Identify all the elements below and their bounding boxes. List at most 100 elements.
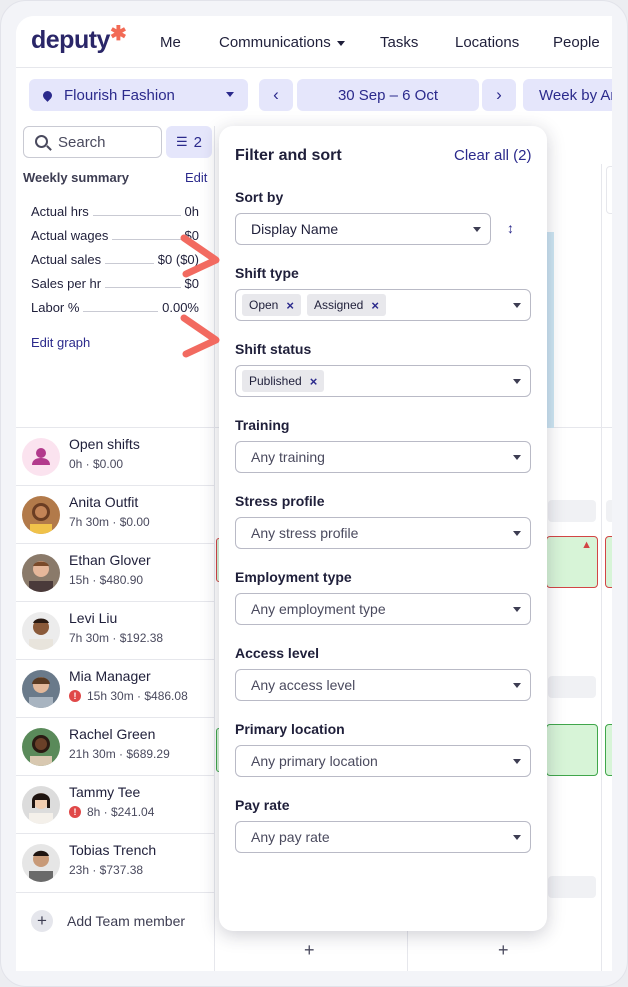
stat-row: Labor % 0.00% xyxy=(31,300,199,315)
weekly-summary-edit[interactable]: Edit xyxy=(185,170,207,185)
chevron-down-icon xyxy=(226,92,234,97)
remove-tag-icon[interactable]: × xyxy=(371,298,379,313)
location-label: Flourish Fashion xyxy=(64,86,175,104)
roster-summary: 15h · $480.90 xyxy=(69,573,144,587)
day-header-cell[interactable] xyxy=(606,166,612,214)
roster-row[interactable]: Rachel Green 21h 30m · $689.29 xyxy=(16,717,214,775)
weekly-summary-title: Weekly summary xyxy=(23,170,129,185)
access-level-label: Access level xyxy=(235,645,320,661)
avatar xyxy=(22,496,60,534)
employment-type-select[interactable]: Any employment type xyxy=(235,593,531,625)
training-select[interactable]: Any training xyxy=(235,441,531,473)
chevron-down-icon xyxy=(513,607,521,612)
access-level-select[interactable]: Any access level xyxy=(235,669,531,701)
roster-summary: ! 8h · $241.04 xyxy=(69,805,154,819)
grid-placeholder xyxy=(548,676,596,698)
chevron-down-icon xyxy=(473,227,481,232)
sort-by-select[interactable]: Display Name xyxy=(235,213,491,245)
nav-item-communications[interactable]: Communications xyxy=(219,34,345,51)
open-shifts-avatar xyxy=(22,438,60,476)
shift-type-select[interactable]: Open × Assigned × xyxy=(235,289,531,321)
training-label: Training xyxy=(235,417,290,433)
chevron-down-icon xyxy=(513,759,521,764)
chevron-down-icon xyxy=(513,683,521,688)
location-selector[interactable]: Flourish Fashion xyxy=(29,79,248,111)
stress-profile-label: Stress profile xyxy=(235,493,325,509)
nav-item-people[interactable]: People xyxy=(553,34,600,51)
shift-block[interactable] xyxy=(546,724,598,776)
roster-name: Rachel Green xyxy=(69,726,156,742)
shift-type-label: Shift type xyxy=(235,265,299,281)
pay-rate-select[interactable]: Any pay rate xyxy=(235,821,531,853)
next-week-button[interactable]: › xyxy=(482,79,516,111)
roster-name: Open shifts xyxy=(69,436,140,452)
roster-row[interactable]: Mia Manager ! 15h 30m · $486.08 xyxy=(16,659,214,717)
avatar xyxy=(22,612,60,650)
grid-placeholder xyxy=(548,876,596,898)
sort-by-value: Display Name xyxy=(251,221,339,237)
search-input[interactable]: Search xyxy=(23,126,162,158)
prev-week-button[interactable]: ‹ xyxy=(259,79,293,111)
roster-row[interactable]: Tammy Tee ! 8h · $241.04 xyxy=(16,775,214,833)
edit-graph-link[interactable]: Edit graph xyxy=(31,335,90,350)
chevron-down-icon xyxy=(513,835,521,840)
filter-button[interactable]: ☰ 2 xyxy=(166,126,212,158)
clear-all-button[interactable]: Clear all (2) xyxy=(454,147,532,164)
shift-status-select[interactable]: Published × xyxy=(235,365,531,397)
avatar xyxy=(22,786,60,824)
roster-row[interactable]: Anita Outfit 7h 30m · $0.00 xyxy=(16,485,214,543)
warning-icon: ▲ xyxy=(581,539,592,551)
primary-location-label: Primary location xyxy=(235,721,345,737)
tag-open: Open × xyxy=(242,294,301,316)
roster-row[interactable]: Ethan Glover 15h · $480.90 xyxy=(16,543,214,601)
employment-type-label: Employment type xyxy=(235,569,352,585)
logo-star-icon: ✱ xyxy=(109,23,127,45)
primary-location-select[interactable]: Any primary location xyxy=(235,745,531,777)
chevron-down-icon xyxy=(513,379,521,384)
add-shift-button[interactable]: + xyxy=(498,940,509,961)
roster-summary: 21h 30m · $689.29 xyxy=(69,747,170,761)
chevron-down-icon xyxy=(513,531,521,536)
view-selector[interactable]: Week by Area xyxy=(523,79,612,111)
add-shift-button[interactable]: + xyxy=(304,940,315,961)
remove-tag-icon[interactable]: × xyxy=(286,298,294,313)
nav-item-tasks[interactable]: Tasks xyxy=(380,34,418,51)
shift-block[interactable] xyxy=(605,536,612,588)
tag-published: Published × xyxy=(242,370,325,392)
add-team-member-button[interactable]: + Add Team member xyxy=(16,892,214,948)
roster-name: Tobias Trench xyxy=(69,842,157,858)
tag-assigned: Assigned × xyxy=(306,294,386,316)
avatar xyxy=(22,670,60,708)
roster-row[interactable]: Tobias Trench 23h · $737.38 xyxy=(16,833,214,891)
nav-item-me[interactable]: Me xyxy=(160,34,181,51)
date-range[interactable]: 30 Sep – 6 Oct xyxy=(297,79,479,111)
filter-sort-panel: Filter and sort Clear all (2) Sort by Di… xyxy=(219,126,547,931)
annotation-arrow-icon xyxy=(180,314,220,358)
remove-tag-icon[interactable]: × xyxy=(310,374,318,389)
sort-direction-icon[interactable]: ↕ xyxy=(507,220,514,236)
roster-name: Anita Outfit xyxy=(69,494,139,510)
shift-block[interactable]: ▲ xyxy=(546,536,598,588)
grid-divider xyxy=(601,164,602,971)
shift-block[interactable] xyxy=(605,724,612,776)
stress-profile-select[interactable]: Any stress profile xyxy=(235,517,531,549)
top-nav: deputy✱ Me Communications Tasks Location… xyxy=(16,16,612,68)
shift-status-label: Shift status xyxy=(235,341,312,357)
filter-count: 2 xyxy=(193,133,202,151)
chevron-down-icon xyxy=(513,303,521,308)
roster-name: Mia Manager xyxy=(69,668,151,684)
stat-row: Actual wages $0 xyxy=(31,228,199,243)
roster-name: Tammy Tee xyxy=(69,784,141,800)
pay-rate-label: Pay rate xyxy=(235,797,290,813)
avatar xyxy=(22,728,60,766)
annotation-arrow-icon xyxy=(180,234,220,278)
stat-row: Actual sales $0 ($0) xyxy=(31,252,199,267)
stat-row: Actual hrs 0h xyxy=(31,204,199,219)
nav-item-locations[interactable]: Locations xyxy=(455,34,519,51)
avatar xyxy=(22,554,60,592)
roster-row-open-shifts[interactable]: Open shifts 0h · $0.00 xyxy=(16,427,214,485)
deputy-logo[interactable]: deputy✱ xyxy=(31,23,127,55)
chevron-down-icon xyxy=(513,455,521,460)
grid-placeholder xyxy=(548,500,596,522)
roster-row[interactable]: Levi Liu 7h 30m · $192.38 xyxy=(16,601,214,659)
